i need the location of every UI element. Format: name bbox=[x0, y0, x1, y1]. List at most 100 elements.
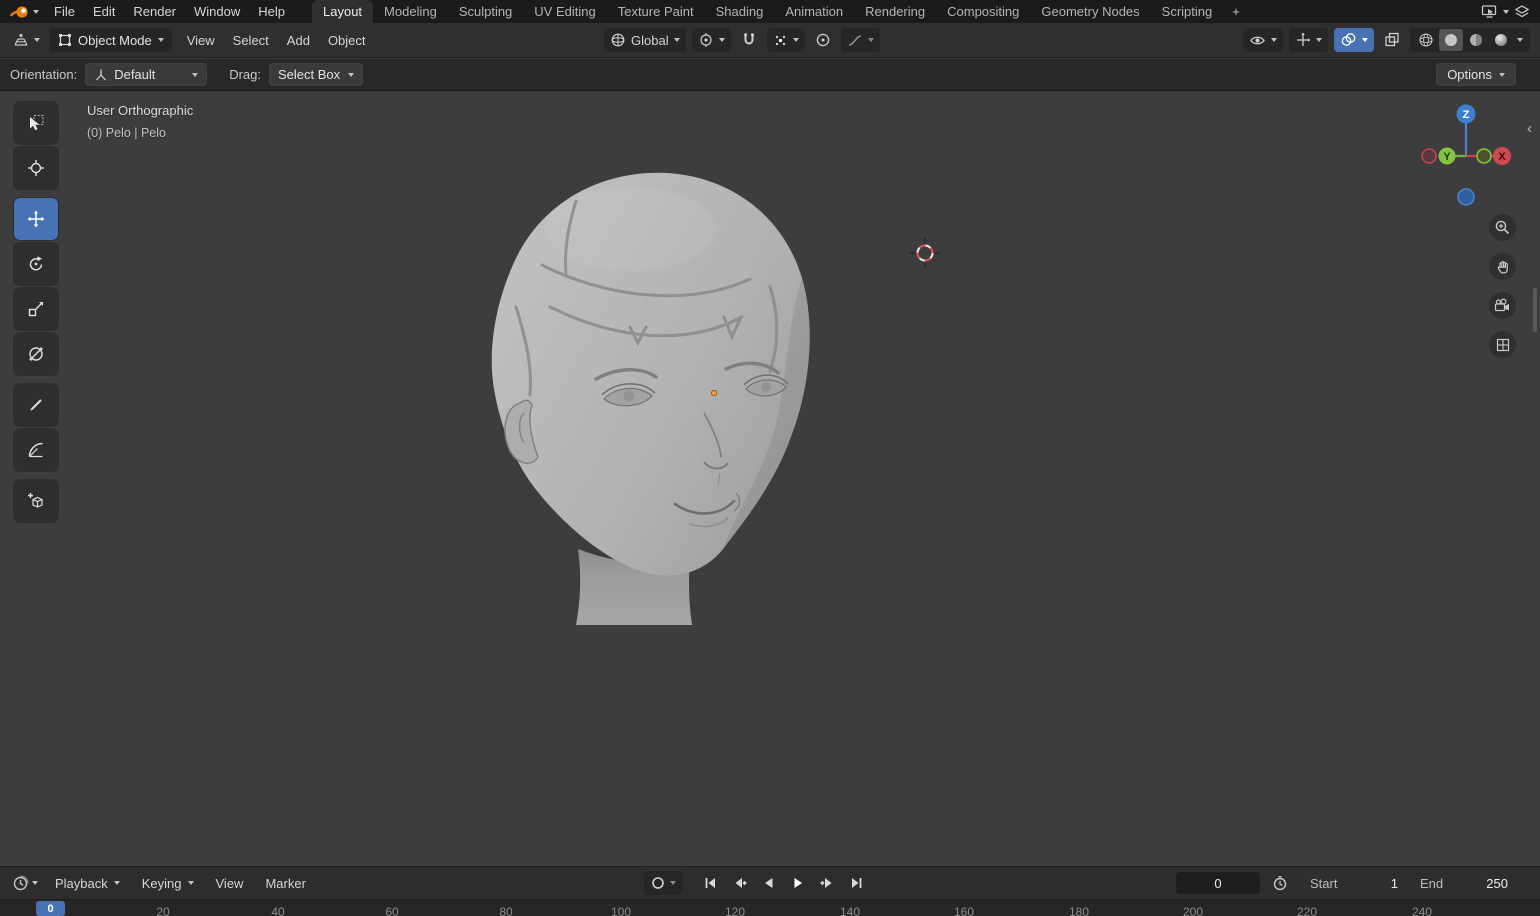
cursor-3d[interactable] bbox=[910, 238, 940, 268]
shading-material-button[interactable] bbox=[1464, 29, 1488, 51]
gizmo-axis-neg-z[interactable] bbox=[1457, 188, 1475, 206]
tab-modeling[interactable]: Modeling bbox=[373, 0, 448, 23]
viewport-scrollbar[interactable] bbox=[1533, 288, 1537, 332]
current-frame-field[interactable]: 0 bbox=[1176, 872, 1260, 894]
tab-rendering[interactable]: Rendering bbox=[854, 0, 936, 23]
menu-object[interactable]: Object bbox=[319, 31, 375, 50]
play-button[interactable] bbox=[785, 871, 811, 895]
preview-range-button[interactable] bbox=[1268, 871, 1292, 895]
keying-menu[interactable]: Keying bbox=[133, 874, 203, 893]
timeline-playhead[interactable]: 0 bbox=[36, 901, 65, 916]
tool-move[interactable] bbox=[14, 198, 58, 240]
mode-select[interactable]: Object Mode bbox=[50, 28, 172, 52]
menu-file[interactable]: File bbox=[45, 2, 84, 21]
menu-window[interactable]: Window bbox=[185, 2, 249, 21]
menu-render[interactable]: Render bbox=[124, 2, 185, 21]
menu-edit[interactable]: Edit bbox=[84, 2, 124, 21]
orientation-select[interactable]: Default bbox=[85, 63, 208, 86]
tab-scripting[interactable]: Scripting bbox=[1151, 0, 1224, 23]
tab-compositing[interactable]: Compositing bbox=[936, 0, 1030, 23]
tab-layout[interactable]: Layout bbox=[312, 0, 374, 23]
proportional-editing-toggle[interactable] bbox=[811, 28, 835, 52]
play-reverse-button[interactable] bbox=[756, 871, 782, 895]
scene-icon[interactable] bbox=[1481, 4, 1498, 19]
tab-texture-paint[interactable]: Texture Paint bbox=[607, 0, 705, 23]
timeline-ruler[interactable]: 20 40 60 80 100 120 140 160 180 200 220 … bbox=[0, 899, 1540, 916]
pivot-point-select[interactable] bbox=[691, 28, 731, 52]
topbar: File Edit Render Window Help Layout Mode… bbox=[0, 0, 1540, 23]
tool-measure[interactable] bbox=[14, 429, 58, 471]
xray-toggle[interactable] bbox=[1380, 28, 1404, 52]
playback-menu[interactable]: Playback bbox=[46, 874, 129, 893]
prev-keyframe-button[interactable] bbox=[727, 871, 753, 895]
frame-start-field[interactable]: Start 1 bbox=[1300, 872, 1408, 894]
tab-sculpting[interactable]: Sculpting bbox=[448, 0, 523, 23]
frame-end-label: End bbox=[1420, 875, 1444, 891]
object-visibility-select[interactable] bbox=[1243, 28, 1283, 52]
sidebar-collapse-chevron[interactable]: ‹ bbox=[1527, 120, 1532, 137]
options-caret bbox=[1499, 72, 1505, 77]
snap-toggle[interactable] bbox=[737, 28, 761, 52]
jump-to-start-button[interactable] bbox=[698, 871, 724, 895]
viewport-3d[interactable]: User Orthographic (0) Pelo | Pelo Y X Z … bbox=[0, 92, 1540, 866]
navigation-gizmo[interactable]: Y X Z bbox=[1412, 103, 1528, 213]
next-keyframe-button[interactable] bbox=[814, 871, 840, 895]
options-button[interactable]: Options bbox=[1436, 63, 1516, 86]
annotate-tool-icon bbox=[30, 399, 42, 411]
zoom-button[interactable] bbox=[1489, 214, 1516, 241]
viewport-header: Object Mode View Select Add Object Globa… bbox=[0, 23, 1540, 58]
pan-button[interactable] bbox=[1489, 253, 1516, 280]
shading-rendered-button[interactable] bbox=[1489, 29, 1513, 51]
auto-keying-caret[interactable] bbox=[670, 881, 676, 885]
tab-shading[interactable]: Shading bbox=[705, 0, 775, 23]
head-model[interactable] bbox=[480, 167, 820, 637]
jump-to-end-button[interactable] bbox=[843, 871, 869, 895]
tool-cursor[interactable] bbox=[14, 147, 58, 189]
tab-uv-editing[interactable]: UV Editing bbox=[523, 0, 606, 23]
shading-wireframe-button[interactable] bbox=[1414, 29, 1438, 51]
menu-add[interactable]: Add bbox=[278, 31, 319, 50]
menu-view[interactable]: View bbox=[178, 31, 224, 50]
shading-dropdown-caret[interactable] bbox=[1517, 38, 1523, 42]
editor-type-button[interactable] bbox=[8, 28, 44, 52]
tool-annotate[interactable] bbox=[14, 384, 58, 426]
menu-select[interactable]: Select bbox=[224, 31, 278, 50]
timeline-editor-type-button[interactable] bbox=[8, 871, 42, 895]
timeline-view-menu[interactable]: View bbox=[207, 874, 253, 893]
gizmo-axis-neg-x[interactable] bbox=[1421, 148, 1437, 164]
tool-select-box[interactable] bbox=[14, 102, 58, 144]
proportional-falloff-select[interactable] bbox=[840, 28, 880, 52]
solid-sphere-icon bbox=[1445, 34, 1457, 46]
pivot-point-icon bbox=[699, 33, 712, 47]
scene-selector-caret[interactable] bbox=[1503, 9, 1509, 14]
view-layer-icon[interactable] bbox=[1514, 4, 1530, 19]
tool-scale[interactable] bbox=[14, 288, 58, 330]
app-menu-button[interactable] bbox=[8, 5, 45, 19]
show-overlays-toggle[interactable] bbox=[1334, 28, 1374, 52]
gizmo-axis-neg-y[interactable] bbox=[1476, 148, 1492, 164]
shading-solid-button[interactable] bbox=[1439, 29, 1463, 51]
show-gizmos-toggle[interactable] bbox=[1289, 28, 1328, 52]
tool-transform[interactable] bbox=[14, 333, 58, 375]
frame-end-field[interactable]: End 250 bbox=[1410, 872, 1518, 894]
tool-add-cube[interactable] bbox=[14, 480, 58, 522]
record-icon[interactable] bbox=[651, 876, 665, 890]
tool-rotate[interactable] bbox=[14, 243, 58, 285]
magnifier-icon bbox=[1495, 220, 1510, 235]
auto-keying-group bbox=[644, 871, 683, 895]
ruler-tick: 220 bbox=[1296, 905, 1318, 916]
tab-animation[interactable]: Animation bbox=[774, 0, 854, 23]
timeline-marker-menu[interactable]: Marker bbox=[256, 874, 314, 893]
eye-icon bbox=[1250, 36, 1265, 44]
options-label: Options bbox=[1447, 67, 1492, 82]
snap-settings-select[interactable] bbox=[766, 28, 805, 52]
camera-view-button[interactable] bbox=[1489, 292, 1516, 319]
blender-logo-icon bbox=[10, 5, 28, 18]
timeline-editor-icon bbox=[13, 874, 29, 890]
transform-orientation-select[interactable]: Global bbox=[604, 28, 686, 52]
tab-geometry-nodes[interactable]: Geometry Nodes bbox=[1030, 0, 1150, 23]
add-workspace-button[interactable]: + bbox=[1223, 0, 1249, 23]
menu-help[interactable]: Help bbox=[249, 2, 294, 21]
drag-select[interactable]: Select Box bbox=[269, 63, 363, 86]
ortho-toggle-button[interactable] bbox=[1489, 331, 1516, 358]
